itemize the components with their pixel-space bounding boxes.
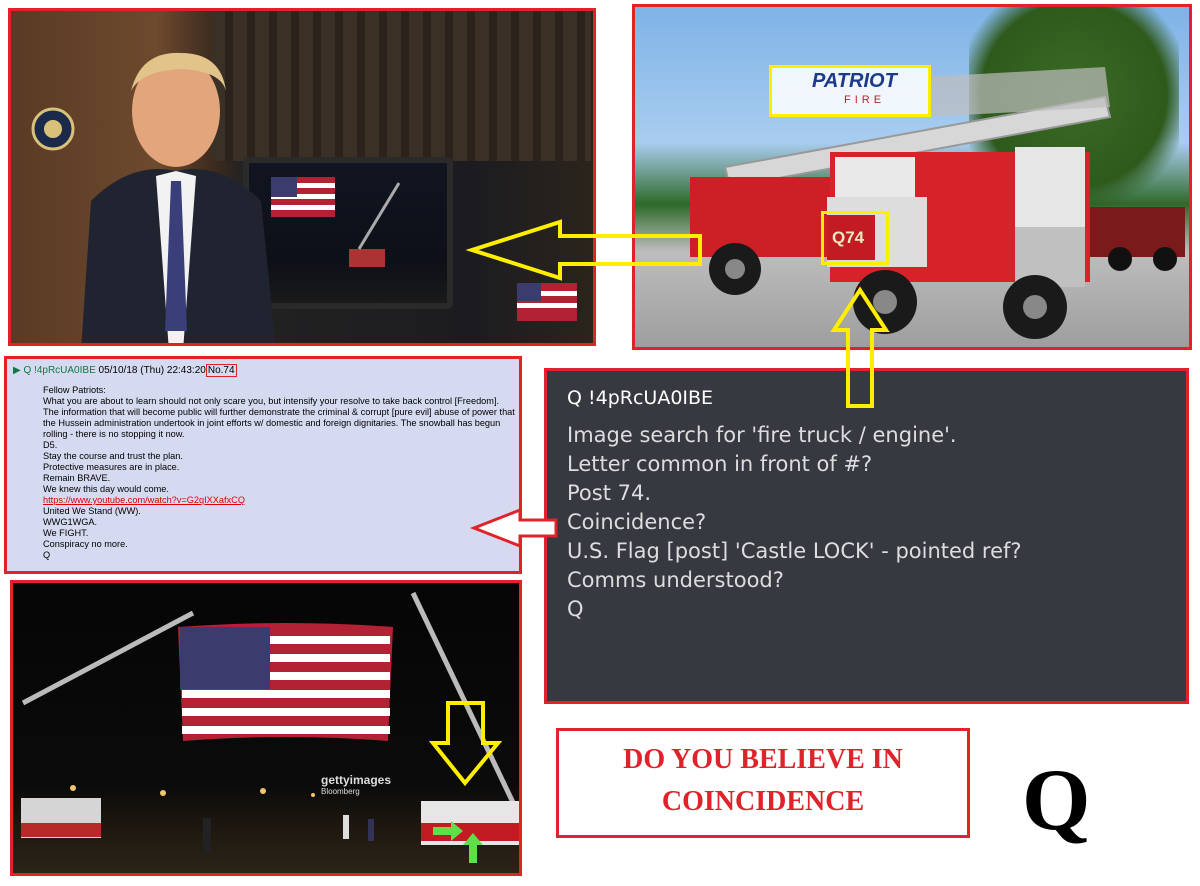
yellow-up-arrow-icon [830,286,890,408]
yellow-left-arrow-icon [465,219,702,281]
red-left-arrow-icon [469,507,558,549]
arrow-overlay [465,219,890,549]
